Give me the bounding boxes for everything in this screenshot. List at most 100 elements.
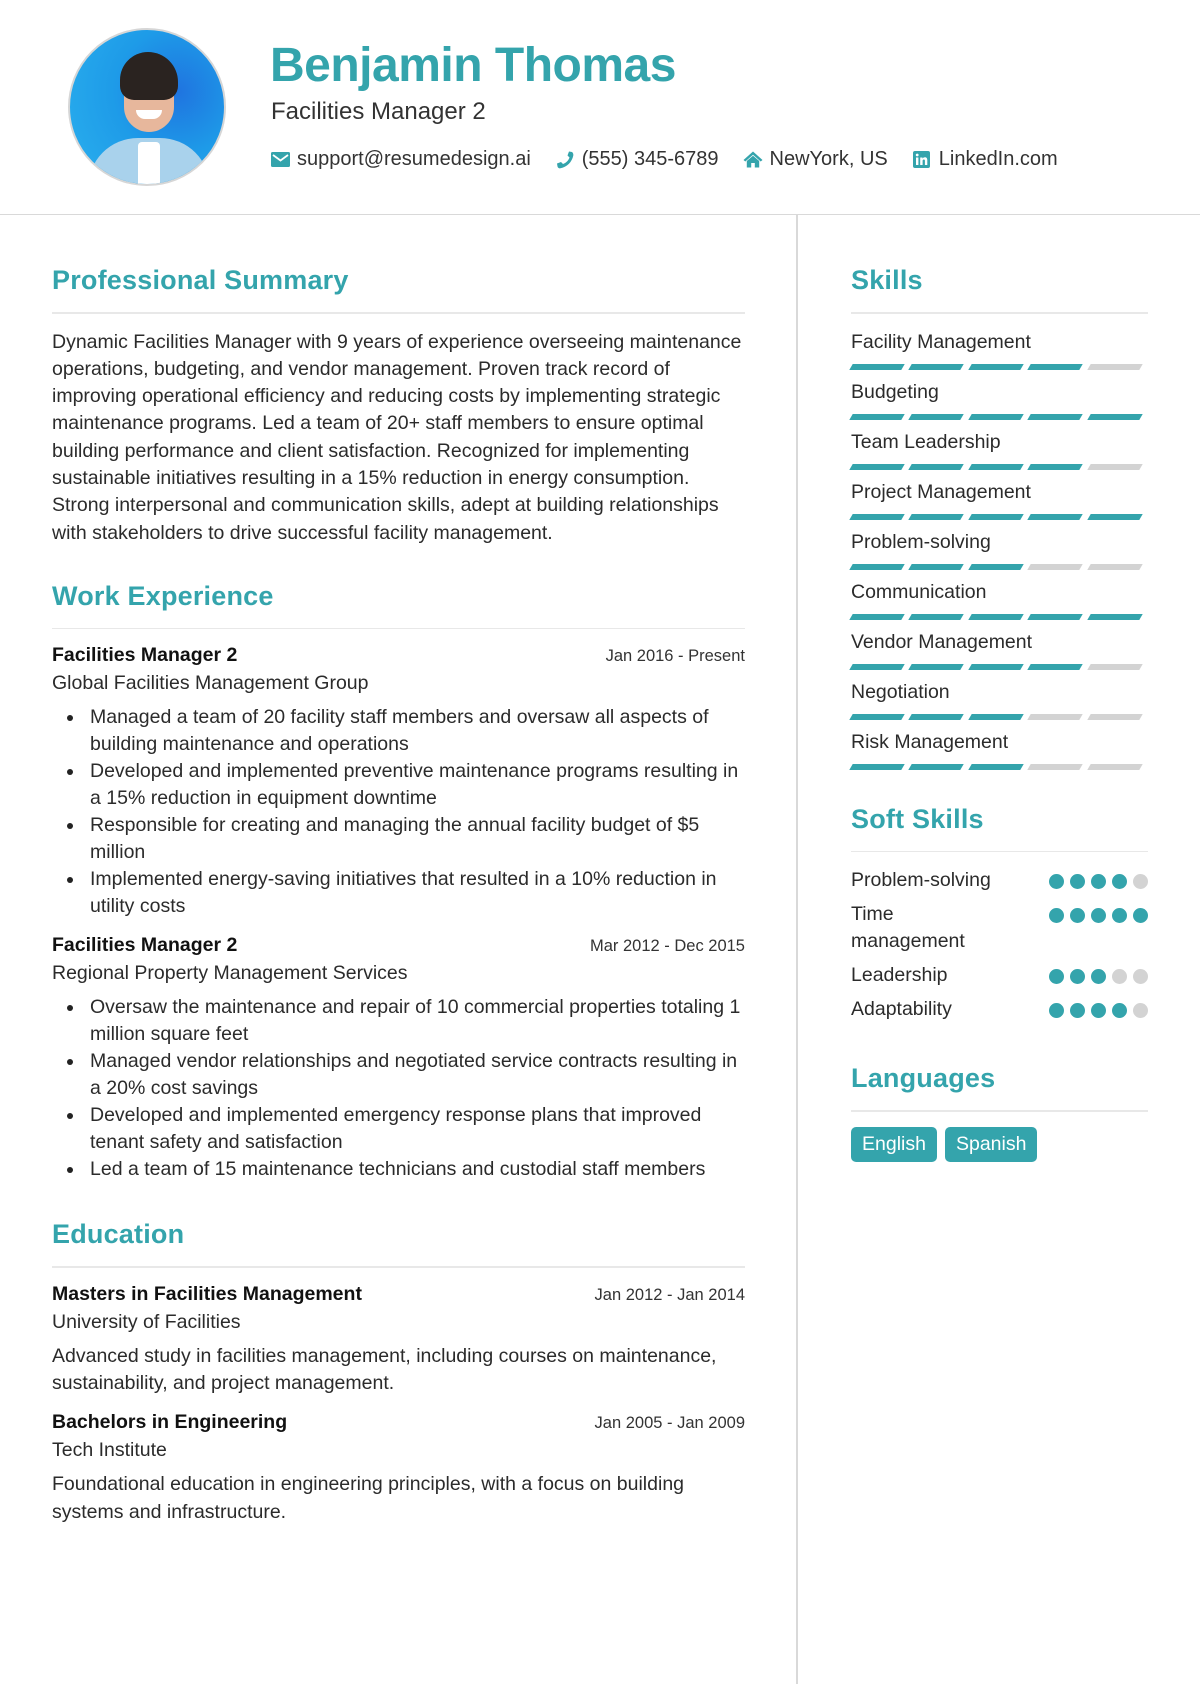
soft-skill-rating: [1043, 874, 1148, 889]
rating-dot-empty: [1133, 1003, 1148, 1018]
degree-title: Bachelors in Engineering: [52, 1411, 288, 1434]
skill-bar-segment-filled: [1027, 663, 1084, 670]
education-description: Foundational education in engineering pr…: [52, 1473, 685, 1523]
bullet-text: Managed a team of 20 facility staff memb…: [90, 706, 709, 756]
skill-bar-segment-filled: [1027, 513, 1084, 520]
skill-item: Project Management: [849, 479, 1148, 520]
phone-icon: [555, 150, 575, 170]
rating-dot-filled: [1049, 1003, 1064, 1018]
skill-bar-segment-empty: [1027, 713, 1084, 720]
section-divider: [52, 312, 745, 314]
job-bullets: Oversaw the maintenance and repair of 10…: [52, 994, 745, 1183]
rating-dot-empty: [1133, 874, 1148, 889]
soft-skill-item: Adaptability: [851, 996, 1148, 1023]
bullet-dot: [67, 877, 73, 884]
soft-skills-heading: Soft Skills: [851, 803, 984, 834]
skill-level-bar: [849, 463, 1148, 470]
job-bullet: Responsible for creating and managing th…: [52, 812, 745, 866]
language-tag: Spanish: [944, 1126, 1038, 1162]
job-bullet: Managed vendor relationships and negotia…: [52, 1048, 745, 1102]
soft-skill-name: Problem-solving: [851, 869, 991, 891]
column-divider: [796, 215, 798, 1684]
rating-dot-filled: [1112, 908, 1127, 923]
job-bullet: Developed and implemented emergency resp…: [52, 1102, 745, 1156]
school-name: Tech Institute: [52, 1439, 167, 1462]
skill-bar-segment-filled: [908, 763, 965, 770]
rating-dot-filled: [1070, 874, 1085, 889]
skill-level-bar: [849, 513, 1148, 520]
job-company: Regional Property Management Services: [52, 962, 408, 985]
section-divider: [851, 312, 1148, 314]
skill-bar-segment-filled: [968, 363, 1024, 370]
skill-item: Vendor Management: [849, 629, 1148, 670]
skill-item: Problem-solving: [849, 529, 1148, 570]
contact-bar: support@resumedesign.ai (555) 345-6789 N…: [270, 148, 1082, 171]
contact-linkedin[interactable]: LinkedIn.com: [912, 148, 1058, 171]
bullet-text: Managed vendor relationships and negotia…: [90, 1050, 738, 1100]
rating-dot-empty: [1112, 969, 1127, 984]
photo-hair: [120, 52, 178, 100]
bullet-dot: [67, 769, 73, 776]
contact-linkedin-text: LinkedIn.com: [938, 148, 1058, 170]
education-section: Education Masters in Facilities Manageme…: [52, 1219, 745, 1526]
contact-email-text: support@resumedesign.ai: [297, 148, 531, 170]
skill-bar-segment-empty: [1086, 713, 1143, 720]
skill-item: Risk Management: [849, 729, 1148, 770]
section-divider: [851, 850, 1148, 852]
rating-dot-filled: [1049, 908, 1064, 923]
skill-bar-segment-filled: [908, 563, 965, 570]
contact-phone[interactable]: (555) 345-6789: [555, 148, 719, 171]
skills-heading: Skills: [851, 265, 923, 295]
section-divider: [851, 1110, 1148, 1112]
soft-skill-rating: [1043, 908, 1148, 923]
experience-heading: Work Experience: [52, 580, 274, 611]
contact-phone-text: (555) 345-6789: [581, 148, 719, 170]
skill-item: Budgeting: [849, 379, 1148, 420]
skill-bar-segment-filled: [1027, 363, 1084, 370]
skill-name: Vendor Management: [851, 630, 1033, 653]
sidebar-column: Skills Facility Management Budgeting Team …: [849, 265, 1148, 1162]
skill-level-bar: [849, 363, 1148, 370]
skill-name: Budgeting: [851, 380, 939, 403]
skill-bar-segment-filled: [968, 413, 1024, 420]
skill-item: Negotiation: [849, 679, 1148, 720]
skill-name: Problem-solving: [851, 530, 991, 553]
skill-bar-segment-filled: [1027, 463, 1084, 470]
skill-bar-segment-filled: [968, 663, 1024, 670]
skill-bar-segment-filled: [968, 513, 1024, 520]
skill-bar-segment-filled: [908, 613, 965, 620]
contact-email[interactable]: support@resumedesign.ai: [270, 148, 531, 171]
rating-dot-filled: [1091, 874, 1106, 889]
home-icon: [743, 150, 763, 170]
skill-bar-segment-filled: [849, 413, 906, 420]
job-dates: Jan 2016 - Present: [605, 647, 745, 666]
soft-skill-name: Adaptability: [851, 998, 952, 1020]
skill-bar-segment-filled: [908, 463, 965, 470]
education-dates: Jan 2005 - Jan 2009: [594, 1414, 745, 1433]
education-heading: Education: [52, 1219, 185, 1250]
skills-section: Skills Facility Management Budgeting Team …: [849, 265, 1148, 770]
summary-text: Dynamic Facilities Manager with 9 years …: [52, 330, 742, 544]
skill-bar-segment-filled: [849, 713, 906, 720]
skill-level-bar: [849, 713, 1148, 720]
job-bullet: Developed and implemented preventive mai…: [52, 758, 745, 812]
education-entry: Bachelors in Engineering Jan 2005 - Jan …: [52, 1411, 745, 1526]
skill-name: Project Management: [851, 480, 1031, 503]
linkedin-icon: [912, 150, 932, 170]
skill-bar-segment-filled: [968, 563, 1024, 570]
candidate-title: Facilities Manager 2: [271, 98, 486, 125]
contact-location-text: NewYork, US: [769, 148, 888, 170]
language-tag: English: [851, 1126, 937, 1162]
skill-bar-segment-empty: [1027, 763, 1084, 770]
education-description: Advanced study in facilities management,…: [52, 1344, 717, 1395]
skill-bar-segment-filled: [1086, 613, 1143, 620]
skill-bar-segment-filled: [849, 513, 906, 520]
degree-title: Masters in Facilities Management: [52, 1282, 362, 1305]
skill-level-bar: [849, 563, 1148, 570]
job-title: Facilities Manager 2: [52, 934, 238, 957]
job-bullet: Managed a team of 20 facility staff memb…: [52, 704, 745, 758]
skill-bar-segment-filled: [968, 713, 1024, 720]
rating-dot-filled: [1049, 874, 1064, 889]
job-dates: Mar 2012 - Dec 2015: [589, 937, 745, 956]
skill-bar-segment-empty: [1027, 563, 1084, 570]
